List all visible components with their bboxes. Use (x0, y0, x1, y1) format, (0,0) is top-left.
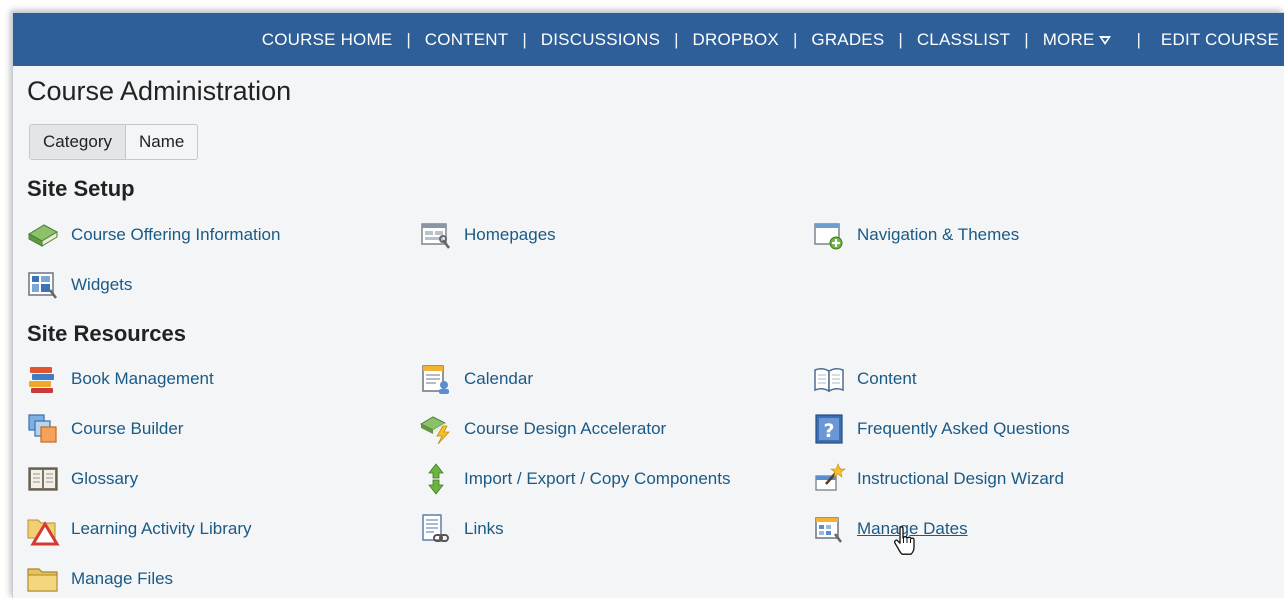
tool-homepages[interactable]: Homepages (419, 218, 556, 252)
calendar-icon (422, 365, 449, 394)
tool-instructional-design-wizard[interactable]: Instructional Design Wizard (812, 462, 1064, 496)
tool-widgets[interactable]: Widgets (26, 268, 132, 302)
view-toggle: Category Name (29, 124, 199, 160)
tool-label: Navigation & Themes (857, 225, 1020, 244)
folder-triangle-icon (27, 519, 60, 546)
page-title: Course Administration (27, 76, 292, 106)
tool-course-design-accelerator[interactable]: Course Design Accelerator (419, 412, 666, 446)
nav-separator: | (522, 29, 527, 49)
tool-label: Manage Files (71, 569, 174, 588)
tool-label: Glossary (71, 469, 139, 488)
links-icon (422, 514, 449, 542)
tool-label: Learning Activity Library (71, 519, 252, 538)
toggle-category-button[interactable]: Category (30, 125, 126, 159)
books-stack-icon (29, 367, 54, 393)
triangle-down-icon (1098, 36, 1111, 45)
tool-label: Course Builder (71, 419, 184, 438)
tool-navigation-themes[interactable]: Navigation & Themes (812, 218, 1019, 252)
tool-book-management[interactable]: Book Management (26, 362, 214, 396)
glossary-icon (28, 467, 58, 491)
tool-import-export-copy-components[interactable]: Import / Export / Copy Components (419, 462, 730, 496)
tool-label: Homepages (464, 225, 556, 244)
tool-frequently-asked-questions[interactable]: ? Frequently Asked Questions (812, 412, 1070, 446)
nav-dropbox[interactable]: DROPBOX (693, 30, 779, 50)
section-heading-site-resources: Site Resources (27, 321, 186, 346)
tool-glossary[interactable]: Glossary (26, 462, 138, 496)
homepage-icon (421, 223, 450, 249)
app-frame: COURSE HOME | CONTENT | DISCUSSIONS | DR… (12, 12, 1284, 598)
nav-edit-course[interactable]: EDIT COURSE (1161, 30, 1279, 50)
nav-grades[interactable]: GRADES (811, 30, 884, 50)
tool-label: Import / Export / Copy Components (464, 469, 731, 488)
nav-more[interactable]: MORE (1043, 30, 1111, 50)
tool-manage-dates[interactable]: Manage Dates (812, 512, 968, 546)
nav-course-home[interactable]: COURSE HOME (262, 30, 393, 50)
nav-content[interactable]: CONTENT (425, 30, 509, 50)
lightning-book-icon (419, 416, 450, 445)
open-book-icon (814, 367, 844, 393)
tool-manage-files[interactable]: Manage Files (26, 562, 173, 596)
question-icon: ? (815, 414, 843, 444)
dates-icon (815, 517, 842, 543)
toggle-name-button[interactable]: Name (126, 125, 197, 159)
nav-separator: | (1024, 29, 1029, 49)
hand-cursor-icon (894, 526, 915, 555)
tool-content[interactable]: Content (812, 362, 917, 396)
tool-learning-activity-library[interactable]: Learning Activity Library (26, 512, 251, 546)
navigation-icon (814, 223, 843, 250)
svg-text:?: ? (823, 420, 834, 442)
tool-label: Book Management (71, 369, 214, 388)
top-navbar: COURSE HOME | CONTENT | DISCUSSIONS | DR… (13, 13, 1284, 66)
tool-label: Course Offering Information (71, 225, 281, 244)
tool-calendar[interactable]: Calendar (419, 362, 533, 396)
tool-label: Content (857, 369, 917, 388)
nav-separator: | (898, 29, 903, 49)
book-icon (27, 224, 59, 247)
tool-label: Course Design Accelerator (464, 419, 667, 438)
tool-course-builder[interactable]: Course Builder (26, 412, 183, 446)
nav-separator: | (1136, 29, 1141, 49)
tool-label: Frequently Asked Questions (857, 419, 1070, 438)
nav-separator: | (406, 29, 411, 49)
nav-more-label: MORE (1042, 29, 1095, 49)
tool-label: Links (464, 519, 504, 538)
nav-separator: | (792, 29, 798, 49)
folder-icon (27, 568, 58, 592)
tool-links[interactable]: Links (419, 512, 504, 546)
nav-discussions[interactable]: DISCUSSIONS (541, 30, 660, 50)
wizard-icon (815, 463, 846, 491)
widgets-icon (28, 272, 57, 299)
arrows-icon (428, 463, 444, 495)
tool-course-offering-information[interactable]: Course Offering Information (26, 218, 280, 252)
nav-separator: | (674, 29, 679, 49)
nav-classlist[interactable]: CLASSLIST (917, 30, 1010, 50)
layers-icon (28, 414, 57, 443)
tool-label: Calendar (464, 369, 533, 388)
tool-label: Instructional Design Wizard (857, 469, 1064, 488)
tool-label: Widgets (71, 275, 133, 294)
section-heading-site-setup: Site Setup (27, 176, 135, 201)
